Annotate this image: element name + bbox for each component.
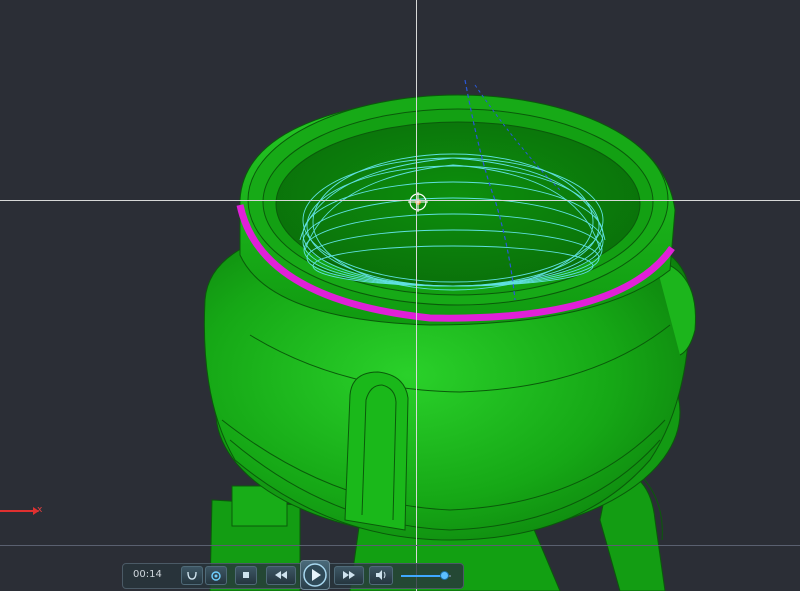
volume-slider[interactable] <box>401 571 451 580</box>
loop-button[interactable] <box>205 566 227 585</box>
playback-time: 00:14 <box>133 569 162 580</box>
rewind-icon <box>275 571 287 579</box>
stop-button[interactable] <box>235 566 257 585</box>
fast-forward-icon <box>343 571 355 579</box>
loop-icon <box>211 571 221 581</box>
playback-toolbar: 00:14 <box>122 560 464 590</box>
viewport-divider <box>0 545 800 546</box>
play-button[interactable] <box>300 560 330 590</box>
x-axis-label: x <box>37 505 43 515</box>
play-icon <box>303 563 327 587</box>
volume-icon <box>376 570 386 580</box>
cauldron-model[interactable] <box>0 0 800 591</box>
x-axis-arrow-icon <box>0 507 39 515</box>
path-icon <box>187 571 197 580</box>
volume-fill <box>401 575 444 577</box>
crosshair-horizontal <box>0 200 800 201</box>
path-button[interactable] <box>181 566 203 585</box>
volume-knob[interactable] <box>439 571 449 580</box>
crosshair-vertical <box>416 0 417 591</box>
rewind-button[interactable] <box>266 566 296 585</box>
cauldron-handle <box>344 371 409 531</box>
fast-forward-button[interactable] <box>334 566 364 585</box>
cad-viewport[interactable]: x 00:14 <box>0 0 800 591</box>
volume-button[interactable] <box>369 566 393 585</box>
stop-icon <box>243 572 249 578</box>
